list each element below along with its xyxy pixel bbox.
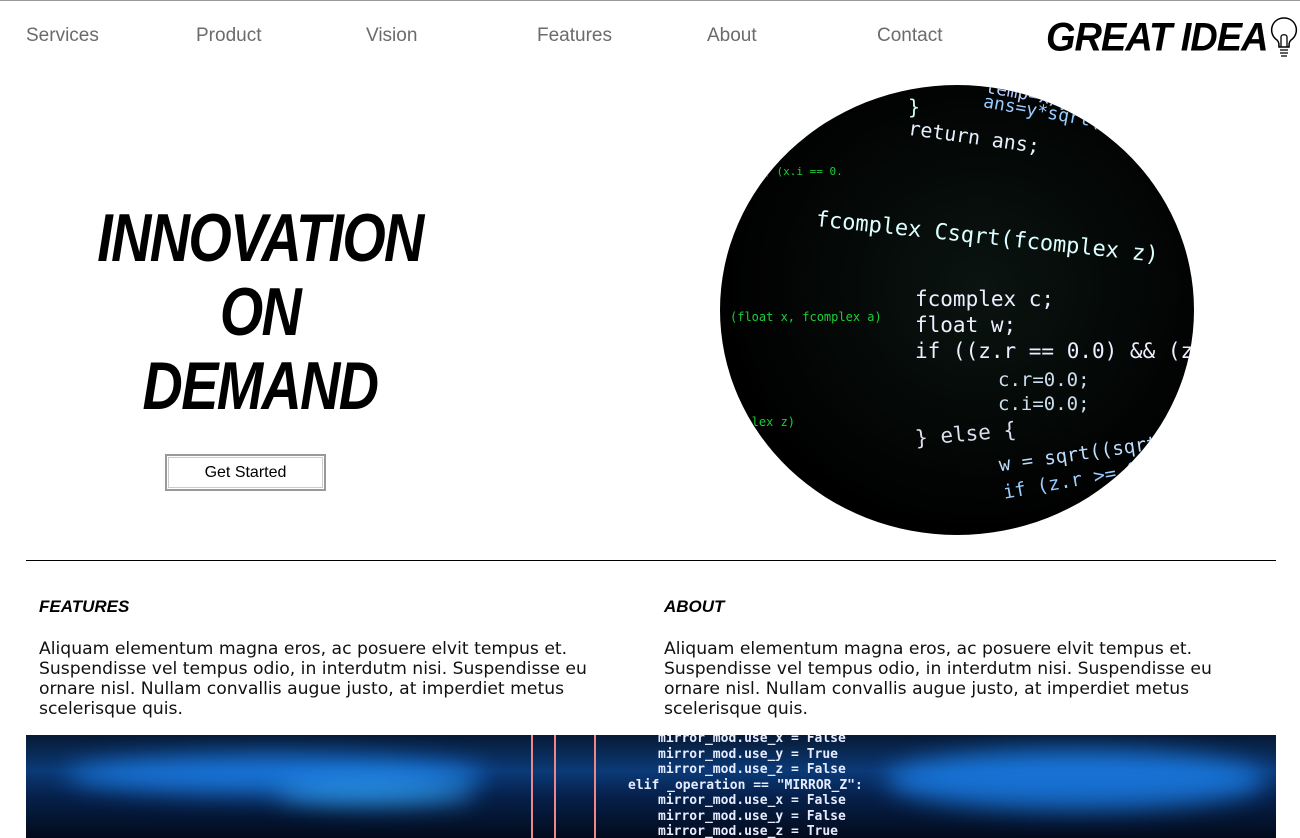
code-line: mirror_mod.use_z = False	[658, 762, 846, 777]
logo-text: GREAT IDEA	[1046, 15, 1269, 60]
nav-services[interactable]: Services	[26, 25, 99, 47]
code-banner-image: mirror_mod.use_x = False mirror_mod.use_…	[26, 735, 1276, 838]
code-line: if ((z.r == 0.0) && (z.i == 0.0)) {	[915, 339, 1194, 363]
features-heading: FEATURES	[39, 597, 130, 616]
about-section: ABOUT Aliquam elementum magna eros, ac p…	[664, 597, 1264, 719]
nav-features[interactable]: Features	[537, 25, 612, 47]
code-line: fcomplex Csqrt(fcomplex z)	[814, 207, 1160, 268]
hero-title-line: ON	[219, 274, 302, 350]
about-heading: ABOUT	[664, 597, 725, 616]
lightbulb-icon	[1270, 17, 1297, 57]
code-line: mirror_mod.use_y = True	[658, 746, 839, 762]
nav-product[interactable]: Product	[196, 25, 261, 47]
hero-title: INNOVATION ON DEMAND	[96, 201, 424, 423]
code-line: c.r=0.0;	[998, 369, 1090, 391]
hero-code-image: } return ans; fcomplex Csqrt(fcomplex z)…	[720, 85, 1194, 535]
code-line: elif _operation == "MIRROR_Z":	[628, 777, 863, 793]
get-started-button[interactable]: Get Started	[165, 454, 326, 491]
code-line: mirror_mod.use_x = False	[658, 735, 846, 746]
features-body: Aliquam elementum magna eros, ac posuere…	[39, 639, 587, 719]
code-line: mirror_mod.use_y = False	[658, 808, 846, 824]
section-divider	[26, 560, 1276, 561]
code-line: c.i=0.0;	[998, 393, 1090, 415]
features-section: FEATURES Aliquam elementum magna eros, a…	[39, 597, 639, 719]
code-line: mirror_mod.use_z = True	[658, 824, 839, 838]
nav-contact[interactable]: Contact	[877, 25, 942, 47]
code-line: return ans;	[906, 115, 1042, 159]
code-line: mirror_mod.use_x = False	[658, 793, 846, 808]
about-body: Aliquam elementum magna eros, ac posuere…	[664, 639, 1212, 719]
nav-vision[interactable]: Vision	[366, 25, 417, 47]
logo[interactable]: GREAT IDEA	[1046, 15, 1300, 61]
code-line: } else {	[914, 417, 1018, 451]
hero-title-line: DEMAND	[142, 348, 380, 424]
code-line: fcomplex c;	[915, 287, 1055, 311]
hero-title-line: INNOVATION	[97, 200, 424, 276]
nav-about[interactable]: About	[707, 25, 757, 47]
code-line: float w;	[915, 313, 1017, 337]
